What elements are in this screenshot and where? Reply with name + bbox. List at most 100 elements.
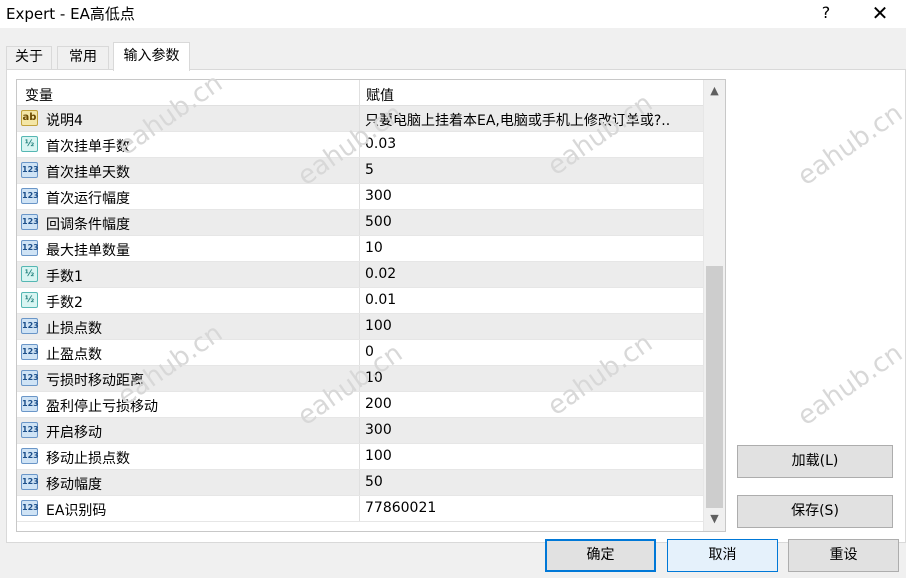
- tab-common[interactable]: 常用: [57, 46, 109, 69]
- param-value[interactable]: 200: [365, 396, 697, 412]
- integer-icon: 123: [21, 318, 39, 334]
- param-value[interactable]: 50: [365, 474, 697, 490]
- integer-icon: 123: [21, 474, 39, 490]
- param-value[interactable]: 0.01: [365, 292, 697, 308]
- table-row[interactable]: 123 回调条件幅度 500: [17, 210, 703, 236]
- scroll-thumb[interactable]: [706, 266, 723, 508]
- table-row[interactable]: 123 EA识别码 77860021: [17, 496, 703, 522]
- param-name: 开启移动: [46, 425, 102, 441]
- window-title: Expert - EA高低点: [6, 5, 135, 23]
- column-divider: [359, 314, 360, 339]
- column-divider: [359, 366, 360, 391]
- param-name: 回调条件幅度: [46, 217, 130, 233]
- vertical-scrollbar[interactable]: ▲ ▼: [703, 80, 725, 531]
- param-value[interactable]: 10: [365, 370, 697, 386]
- table-row[interactable]: 123 移动幅度 50: [17, 470, 703, 496]
- column-divider: [359, 210, 360, 235]
- integer-icon: 123: [21, 240, 39, 256]
- param-value[interactable]: 0.02: [365, 266, 697, 282]
- column-divider: [359, 444, 360, 469]
- table-row[interactable]: ½ 手数2 0.01: [17, 288, 703, 314]
- param-name: 说明4: [46, 113, 83, 129]
- param-value[interactable]: 100: [365, 318, 697, 334]
- grid-header: 变量 赋值: [17, 80, 703, 106]
- param-name: 手数2: [46, 295, 83, 311]
- param-value[interactable]: 500: [365, 214, 697, 230]
- param-name: 手数1: [46, 269, 83, 285]
- double-icon: ½: [21, 266, 38, 282]
- grid-rows: ab 说明4 只要电脑上挂着本EA,电脑或手机上修改订单或?.. ½ 首次挂单手数 0.0…: [17, 106, 703, 522]
- param-value[interactable]: 100: [365, 448, 697, 464]
- table-row[interactable]: 123 开启移动 300: [17, 418, 703, 444]
- table-row[interactable]: 123 止损点数 100: [17, 314, 703, 340]
- table-row[interactable]: ½ 首次挂单手数 0.03: [17, 132, 703, 158]
- table-row[interactable]: 123 移动止损点数 100: [17, 444, 703, 470]
- column-divider: [359, 496, 360, 521]
- cancel-button[interactable]: 取消: [667, 539, 778, 572]
- param-name: 止盈点数: [46, 347, 102, 363]
- close-button[interactable]: ✕: [868, 1, 892, 25]
- param-name: 止损点数: [46, 321, 102, 337]
- param-value[interactable]: 300: [365, 188, 697, 204]
- column-divider: [359, 262, 360, 287]
- tab-input-params[interactable]: 输入参数: [113, 42, 190, 71]
- integer-icon: 123: [21, 214, 39, 230]
- param-value[interactable]: 77860021: [365, 500, 697, 516]
- param-value[interactable]: 10: [365, 240, 697, 256]
- table-row[interactable]: 123 止盈点数 0: [17, 340, 703, 366]
- table-row[interactable]: ab 说明4 只要电脑上挂着本EA,电脑或手机上修改订单或?..: [17, 106, 703, 132]
- table-row[interactable]: 123 盈利停止亏损移动 200: [17, 392, 703, 418]
- column-divider: [359, 184, 360, 209]
- title-bar: Expert - EA高低点 ? ✕: [0, 0, 906, 28]
- parameter-grid: 变量 赋值 ab 说明4 只要电脑上挂着本EA,电脑或手机上修改订单或?.. ½ 首次挂…: [16, 79, 726, 532]
- scroll-down-arrow-icon[interactable]: ▼: [704, 510, 725, 528]
- param-value[interactable]: 5: [365, 162, 697, 178]
- param-name: 移动止损点数: [46, 451, 130, 467]
- param-name: 首次挂单天数: [46, 165, 130, 181]
- integer-icon: 123: [21, 370, 39, 386]
- save-button[interactable]: 保存(S): [737, 495, 893, 528]
- column-divider: [359, 288, 360, 313]
- table-row[interactable]: 123 首次运行幅度 300: [17, 184, 703, 210]
- column-divider: [359, 470, 360, 495]
- string-icon: ab: [21, 110, 38, 126]
- header-variable[interactable]: 变量: [25, 85, 53, 105]
- tab-about[interactable]: 关于: [6, 46, 52, 69]
- param-value[interactable]: 300: [365, 422, 697, 438]
- reset-button[interactable]: 重设: [788, 539, 899, 572]
- integer-icon: 123: [21, 448, 39, 464]
- param-name: 亏损时移动距离: [46, 373, 144, 389]
- table-row[interactable]: ½ 手数1 0.02: [17, 262, 703, 288]
- column-divider: [359, 132, 360, 157]
- scroll-up-arrow-icon[interactable]: ▲: [704, 82, 725, 100]
- ok-button[interactable]: 确定: [545, 539, 656, 572]
- column-divider: [359, 158, 360, 183]
- load-button[interactable]: 加载(L): [737, 445, 893, 478]
- header-separator[interactable]: [359, 80, 360, 105]
- integer-icon: 123: [21, 500, 39, 516]
- param-name: 盈利停止亏损移动: [46, 399, 158, 415]
- param-name: 首次运行幅度: [46, 191, 130, 207]
- integer-icon: 123: [21, 188, 39, 204]
- table-row[interactable]: 123 最大挂单数量 10: [17, 236, 703, 262]
- param-value[interactable]: 只要电脑上挂着本EA,电脑或手机上修改订单或?..: [365, 110, 697, 130]
- column-divider: [359, 418, 360, 443]
- param-value[interactable]: 0.03: [365, 136, 697, 152]
- column-divider: [359, 106, 360, 131]
- param-name: 移动幅度: [46, 477, 102, 493]
- help-button[interactable]: ?: [818, 3, 834, 22]
- column-divider: [359, 340, 360, 365]
- header-value[interactable]: 赋值: [366, 85, 394, 105]
- param-value[interactable]: 0: [365, 344, 697, 360]
- param-name: EA识别码: [46, 503, 107, 519]
- double-icon: ½: [21, 292, 38, 308]
- column-divider: [359, 236, 360, 261]
- table-row[interactable]: 123 亏损时移动距离 10: [17, 366, 703, 392]
- column-divider: [359, 392, 360, 417]
- integer-icon: 123: [21, 422, 39, 438]
- integer-icon: 123: [21, 162, 39, 178]
- table-row[interactable]: 123 首次挂单天数 5: [17, 158, 703, 184]
- integer-icon: 123: [21, 344, 39, 360]
- param-name: 最大挂单数量: [46, 243, 130, 259]
- param-name: 首次挂单手数: [46, 139, 130, 155]
